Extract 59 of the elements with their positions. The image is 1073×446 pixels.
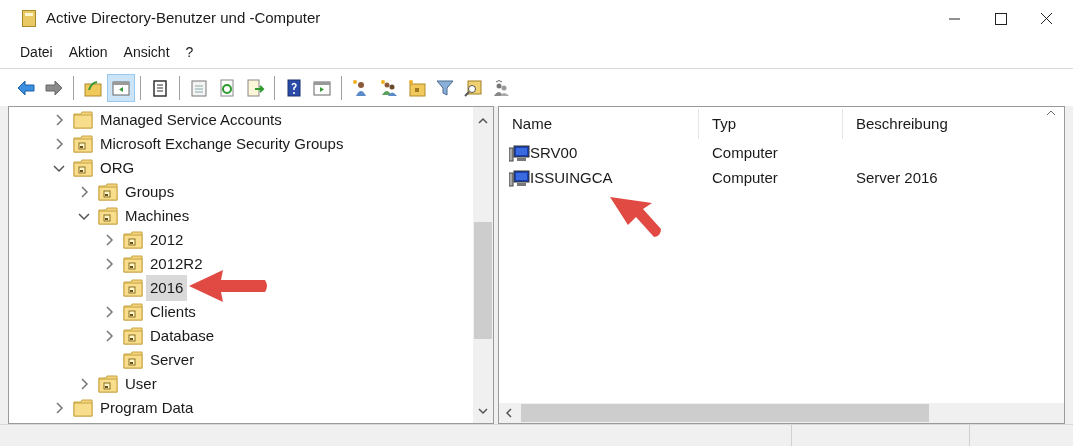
folder-icon [73,111,93,129]
expand-chevron-icon[interactable] [104,258,114,270]
organizational-unit-icon [123,255,143,273]
refresh-icon [217,77,237,98]
table-cell: Server 2016 [856,169,938,187]
expand-chevron-icon[interactable] [104,306,114,318]
organizational-unit-icon [98,207,118,225]
scroll-left-icon[interactable] [505,408,513,418]
expand-chevron-icon[interactable] [104,330,114,342]
organizational-unit-icon [123,279,143,297]
organizational-unit-icon [123,327,143,345]
find-icon [463,77,483,98]
properties-icon [189,77,209,98]
computer-name[interactable]: ISSUINGCA [530,167,613,190]
menu-item[interactable]: Aktion [62,40,114,65]
menu-item[interactable]: Ansicht [117,40,176,65]
expand-chevron-icon[interactable] [79,378,89,390]
organizational-unit-icon [73,135,93,153]
organizational-unit-icon [123,351,143,369]
horizontal-scrollbar[interactable] [499,403,1064,423]
tree-item[interactable]: 2016 [146,274,188,302]
folder-icon [73,399,93,417]
column-header[interactable]: Typ [699,109,843,139]
organizational-unit-icon [73,159,93,177]
collapse-chevron-icon[interactable] [53,163,65,173]
table-cell: Computer [712,169,778,187]
delegate-icon [491,77,511,98]
computer-icon [509,145,530,162]
expand-chevron-icon[interactable] [79,186,89,198]
sort-indicator-icon [1046,110,1056,116]
clipboard-icon [150,77,170,98]
scroll-down-icon[interactable] [478,407,488,415]
help-icon [284,77,304,98]
computer-icon [509,170,530,187]
scrollbar-thumb[interactable] [521,404,929,422]
expand-chevron-icon[interactable] [104,234,114,246]
column-header[interactable]: Beschreibung [843,109,1043,139]
scroll-up-icon[interactable] [478,117,488,125]
export-icon [245,77,265,98]
window-title: Active Directory-Benutzer und -Computer [46,8,321,29]
collapse-chevron-icon[interactable] [78,211,90,221]
column-header[interactable]: Name [499,109,699,139]
scrollbar-thumb[interactable] [474,222,492,339]
organizational-unit-icon [98,375,118,393]
expand-chevron-icon[interactable] [54,402,64,414]
app-icon [22,10,36,27]
new-folder-icon [407,77,427,98]
vertical-scrollbar[interactable] [473,107,493,423]
organizational-unit-icon [123,303,143,321]
computer-name[interactable]: SRV00 [530,142,578,165]
table-cell: Computer [712,144,778,162]
menu-item[interactable]: ? [179,40,200,65]
organizational-unit-icon [98,183,118,201]
expand-chevron-icon[interactable] [54,114,64,126]
filter-icon [435,77,455,98]
organizational-unit-icon [123,231,143,249]
menu-item[interactable]: Datei [14,40,59,65]
expand-chevron-icon[interactable] [54,138,64,150]
new-group-icon [379,77,399,98]
